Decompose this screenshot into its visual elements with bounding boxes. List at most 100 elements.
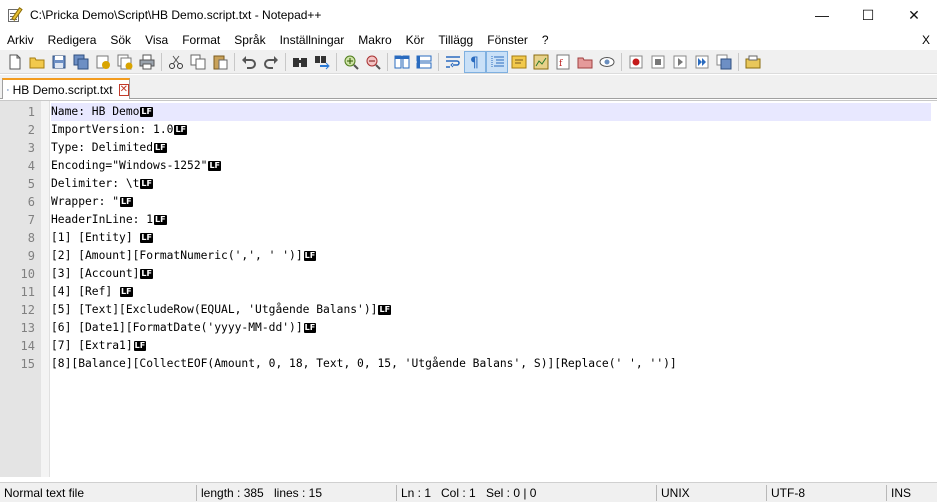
stop-record-button[interactable]	[647, 51, 669, 73]
code-line[interactable]: [7] [Extra1] LF	[51, 337, 931, 355]
find-icon	[293, 57, 307, 67]
line-number: 8	[27, 231, 35, 245]
close-icon: ✕	[908, 6, 920, 23]
code-line[interactable]: [2] [Amount][FormatNumeric(',', ' ')] LF	[51, 247, 931, 265]
menu-redigera[interactable]: Redigera	[41, 30, 104, 50]
code-line[interactable]: Name: HB Demo LF	[51, 103, 931, 121]
code-line[interactable]: Encoding="Windows-1252" LF	[51, 157, 931, 175]
cut-button[interactable]	[165, 51, 187, 73]
line-number: 5	[27, 177, 35, 191]
save-macro-button[interactable]	[713, 51, 735, 73]
close-file-button[interactable]	[92, 51, 114, 73]
print-button[interactable]	[136, 51, 158, 73]
line-number: 4	[27, 159, 35, 173]
copy-icon	[190, 54, 206, 69]
eol-lf-marker: LF	[303, 251, 317, 261]
code-line-text: Type: Delimited	[51, 141, 154, 154]
function-list-button[interactable]: f	[552, 51, 574, 73]
user-language-icon	[511, 55, 527, 68]
record-macro-icon	[629, 55, 643, 68]
menu-arkiv[interactable]: Arkiv	[0, 30, 41, 50]
eol-lf-marker: LF	[120, 197, 133, 207]
play-macro-button[interactable]	[669, 51, 691, 73]
menu-help[interactable]: ?	[535, 30, 556, 50]
run-macro-multiple-button[interactable]	[691, 51, 713, 73]
save-button[interactable]	[48, 51, 70, 73]
menu-format[interactable]: Format	[175, 30, 227, 50]
save-macro-icon	[716, 54, 732, 69]
plugin-button[interactable]	[742, 51, 764, 73]
indent-guide-button[interactable]	[486, 50, 508, 73]
code-line[interactable]: [5] [Text][ExcludeRow(EQUAL, 'Utgående B…	[51, 301, 931, 319]
minimize-button[interactable]: —	[799, 0, 845, 30]
tab-bar: HB Demo.script.txt ✕	[0, 75, 937, 99]
code-line-text: [6] [Date1][FormatDate('yyyy-MM-dd')]	[51, 321, 303, 334]
save-all-button[interactable]	[70, 51, 92, 73]
cut-icon	[169, 55, 183, 69]
close-all-button[interactable]	[114, 51, 136, 73]
close-document-button[interactable]: X	[922, 30, 930, 50]
zoom-in-button[interactable]	[340, 51, 362, 73]
monitoring-button[interactable]	[596, 51, 618, 73]
sync-vertical-button[interactable]	[391, 51, 413, 73]
user-language-button[interactable]	[508, 51, 530, 73]
tab-close-icon[interactable]: ✕	[118, 83, 129, 96]
fold-margin[interactable]	[41, 101, 50, 477]
find-button[interactable]	[289, 51, 311, 73]
code-line-text: [8][Balance][CollectEOF(Amount, 0, 18, T…	[51, 357, 677, 370]
open-file-button[interactable]	[26, 51, 48, 73]
line-number: 13	[20, 321, 35, 335]
vertical-scrollbar[interactable]	[931, 101, 937, 477]
paste-button[interactable]	[209, 51, 231, 73]
code-line-text: [5] [Text][ExcludeRow(EQUAL, 'Utgående B…	[51, 303, 378, 316]
toolbar: ¶ f	[0, 50, 937, 74]
sync-horizontal-button[interactable]	[413, 51, 435, 73]
replace-button[interactable]	[311, 51, 333, 73]
word-wrap-button[interactable]	[442, 51, 464, 73]
menu-visa[interactable]: Visa	[138, 30, 175, 50]
close-icon	[96, 55, 110, 69]
redo-button[interactable]	[260, 51, 282, 73]
replace-icon	[315, 55, 330, 69]
editor-area[interactable]: 1 2 3 4 5 6 7 8 9 10 11 12 13 14 15 Name: HB Demo LF Imp…	[0, 100, 937, 477]
folder-workspace-button[interactable]	[574, 51, 596, 73]
code-line[interactable]: [3] [Account] LF	[51, 265, 931, 283]
menu-kor[interactable]: Kör	[399, 30, 432, 50]
tab-hb-demo-script[interactable]: HB Demo.script.txt ✕	[2, 78, 130, 99]
document-map-button[interactable]	[530, 51, 552, 73]
copy-button[interactable]	[187, 51, 209, 73]
code-line[interactable]: [4] [Ref] LF	[51, 283, 931, 301]
code-text[interactable]: Name: HB Demo LF ImportVersion: 1.0 LF Type:…	[51, 103, 931, 373]
menu-tillagg[interactable]: Tillägg	[431, 30, 480, 50]
code-line[interactable]: ImportVersion: 1.0 LF	[51, 121, 931, 139]
code-line[interactable]: [1] [Entity] LF	[51, 229, 931, 247]
maximize-button[interactable]: ☐	[845, 0, 891, 30]
status-ln: Ln : 1	[401, 486, 432, 500]
new-file-button[interactable]	[4, 51, 26, 73]
status-file-type: Normal text file	[4, 486, 85, 500]
code-line[interactable]: Type: Delimited LF	[51, 139, 931, 157]
status-insert-mode[interactable]: INS	[891, 483, 911, 502]
eol-lf-marker: LF	[133, 341, 147, 351]
status-encoding[interactable]: UTF-8	[771, 483, 805, 502]
menu-sprak[interactable]: Språk	[227, 30, 272, 50]
line-number: 15	[20, 357, 35, 371]
code-line[interactable]: HeaderInLine: 1 LF	[51, 211, 931, 229]
undo-icon	[242, 55, 256, 69]
menu-makro[interactable]: Makro	[351, 30, 398, 50]
menu-installningar[interactable]: Inställningar	[273, 30, 352, 50]
status-eol-format[interactable]: UNIX	[661, 483, 690, 502]
menu-sok[interactable]: Sök	[103, 30, 138, 50]
tab-label: HB Demo.script.txt	[12, 82, 113, 97]
undo-button[interactable]	[238, 51, 260, 73]
code-line[interactable]: Delimiter: \t LF	[51, 175, 931, 193]
menu-fonster[interactable]: Fönster	[480, 30, 535, 50]
record-macro-button[interactable]	[625, 51, 647, 73]
code-line[interactable]: [6] [Date1][FormatDate('yyyy-MM-dd')] LF	[51, 319, 931, 337]
close-window-button[interactable]: ✕	[891, 0, 937, 30]
zoom-out-button[interactable]	[362, 51, 384, 73]
show-all-characters-icon: ¶	[470, 55, 479, 70]
code-line[interactable]: Wrapper: " LF	[51, 193, 931, 211]
code-line[interactable]: [8][Balance][CollectEOF(Amount, 0, 18, T…	[51, 355, 931, 373]
show-all-characters-button[interactable]: ¶	[464, 50, 486, 73]
